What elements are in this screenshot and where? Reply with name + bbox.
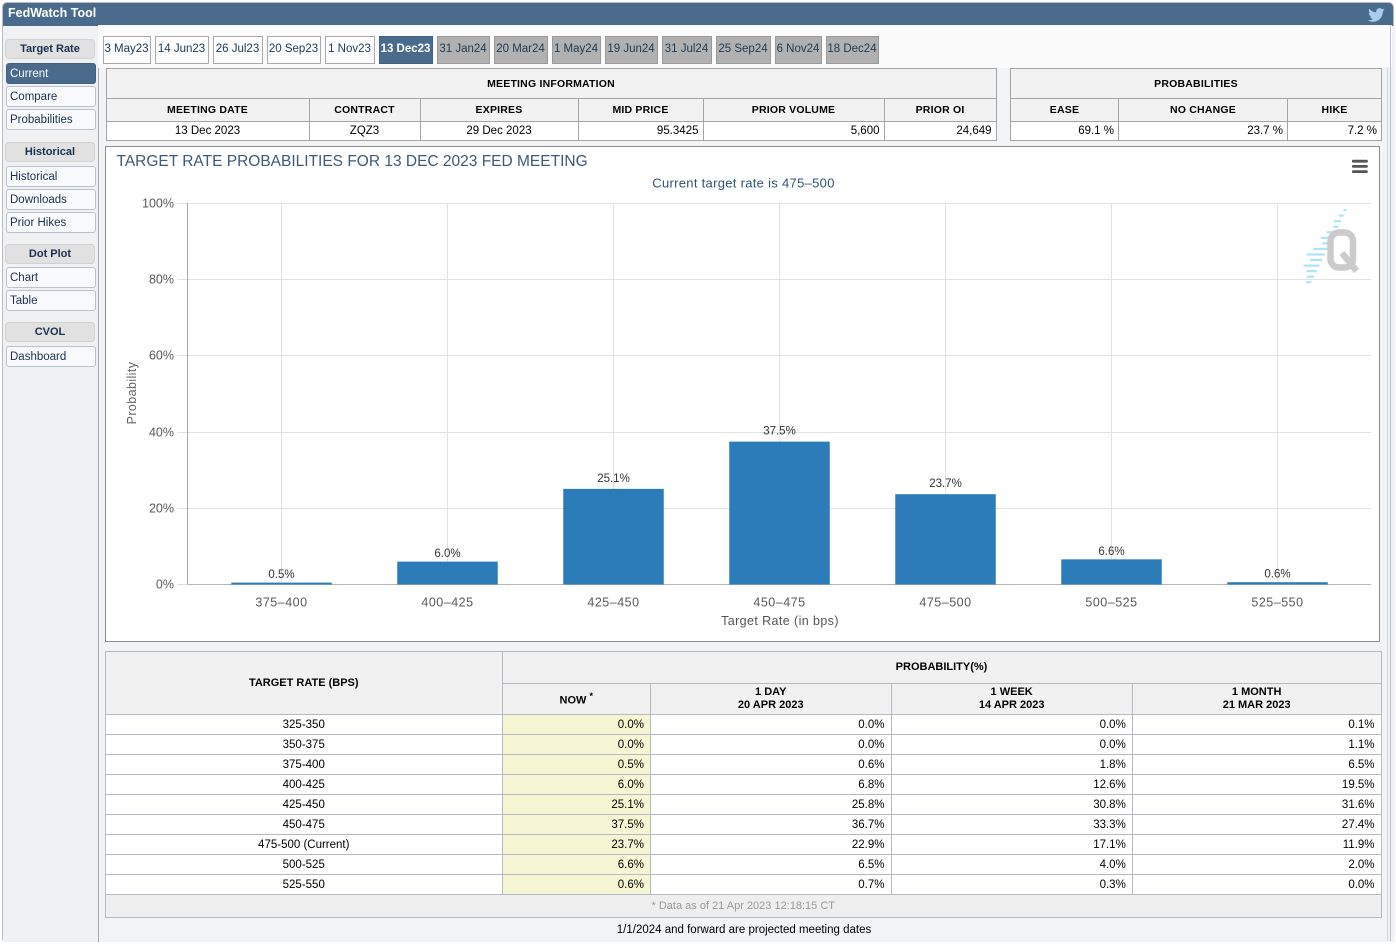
svg-text:0.6%: 0.6% — [1264, 569, 1290, 581]
svg-text:Probability: Probability — [125, 361, 139, 424]
svg-text:25.1%: 25.1% — [597, 473, 630, 485]
svg-text:425–450: 425–450 — [587, 596, 639, 610]
svg-text:23.7%: 23.7% — [929, 478, 962, 490]
svg-text:TARGET RATE PROBABILITIES FOR: TARGET RATE PROBABILITIES FOR 13 DEC 202… — [117, 153, 588, 170]
svg-text:100%: 100% — [142, 196, 174, 210]
svg-text:6.6%: 6.6% — [1098, 546, 1124, 558]
svg-text:20%: 20% — [149, 501, 174, 515]
svg-text:375–400: 375–400 — [255, 596, 307, 610]
svg-text:400–425: 400–425 — [421, 596, 473, 610]
svg-text:525–550: 525–550 — [1251, 596, 1303, 610]
svg-text:0%: 0% — [156, 577, 174, 591]
svg-text:Target Rate (in bps): Target Rate (in bps) — [721, 614, 839, 628]
svg-text:80%: 80% — [149, 272, 174, 286]
svg-text:0.5%: 0.5% — [268, 569, 294, 581]
svg-text:500–525: 500–525 — [1085, 596, 1137, 610]
svg-text:450–475: 450–475 — [753, 596, 805, 610]
svg-text:Current target rate is 475–500: Current target rate is 475–500 — [652, 176, 834, 191]
svg-text:6.0%: 6.0% — [434, 548, 460, 560]
svg-text:37.5%: 37.5% — [763, 426, 796, 438]
svg-text:475–500: 475–500 — [919, 596, 971, 610]
svg-text:60%: 60% — [149, 348, 174, 362]
svg-text:40%: 40% — [149, 425, 174, 439]
